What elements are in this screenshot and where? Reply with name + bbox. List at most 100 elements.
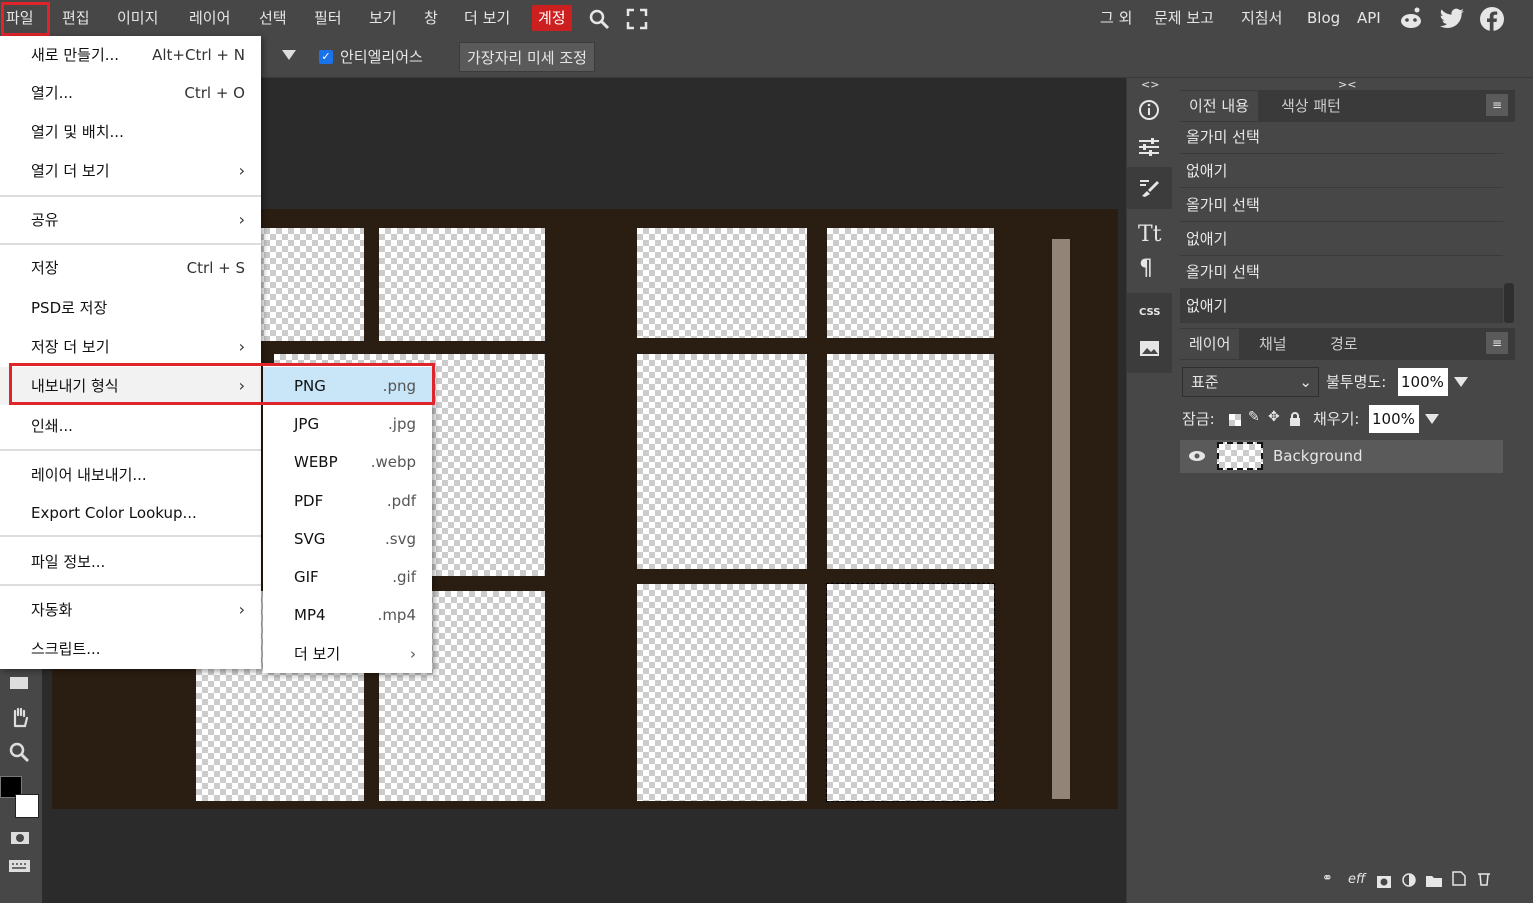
history-item[interactable]: 없애기 <box>1180 154 1503 188</box>
facebook-icon[interactable] <box>1479 6 1505 32</box>
reddit-icon[interactable] <box>1398 6 1424 30</box>
menu-select[interactable]: 선택 <box>259 0 287 36</box>
history-item[interactable]: 올가미 선택 <box>1180 188 1503 222</box>
lock-transparency-icon[interactable] <box>1229 414 1241 426</box>
menu-item-export-color-lookup[interactable]: Export Color Lookup... <box>0 494 261 532</box>
menu-api[interactable]: API <box>1357 0 1381 36</box>
blend-mode-select[interactable]: 표준 ⌄ <box>1182 367 1319 397</box>
export-webp[interactable]: WEBP .webp <box>263 443 432 481</box>
zoom-tool-icon[interactable] <box>9 742 31 764</box>
menu-item-open-more[interactable]: 열기 더 보기 › <box>0 152 261 190</box>
menu-item-file-info[interactable]: 파일 정보... <box>0 543 261 581</box>
history-scrollbar[interactable] <box>1504 283 1514 323</box>
tab-paths[interactable]: 경로 <box>1321 329 1367 359</box>
camera-icon[interactable] <box>9 828 31 846</box>
history-item[interactable]: 올가미 선택 <box>1180 255 1503 289</box>
link-layers-icon[interactable]: ⚭ <box>1322 871 1333 886</box>
refine-edge-button[interactable]: 가장자리 미세 조정 <box>459 42 595 72</box>
menu-item-script[interactable]: 스크립트... <box>0 630 261 668</box>
menu-blog[interactable]: Blog <box>1307 0 1340 36</box>
menu-separator <box>0 243 261 245</box>
menu-item-open[interactable]: 열기... Ctrl + O <box>0 74 261 112</box>
panel-menu-icon[interactable]: ≡ <box>1486 94 1508 116</box>
visibility-eye-icon[interactable] <box>1188 448 1206 462</box>
image-icon[interactable] <box>1139 340 1161 358</box>
antialias-label: 안티엘리어스 <box>340 48 423 66</box>
new-layer-icon[interactable] <box>1452 871 1466 886</box>
collapse-arrows-icon[interactable]: <> <box>1141 78 1159 91</box>
menu-layer[interactable]: 레이어 <box>189 0 230 36</box>
menu-bar: 파일 편집 이미지 레이어 선택 필터 보기 창 더 보기 계정 그 외 문제 … <box>0 0 1533 36</box>
history-item-current[interactable]: 없애기 <box>1180 289 1503 323</box>
menu-item-export-layers[interactable]: 레이어 내보내기... <box>0 456 261 494</box>
opacity-dropdown-icon[interactable] <box>1454 377 1468 387</box>
export-more[interactable]: 더 보기 › <box>263 635 432 673</box>
menu-filter[interactable]: 필터 <box>314 0 342 36</box>
menu-window[interactable]: 창 <box>424 0 438 36</box>
lock-move-icon[interactable]: ✥ <box>1268 409 1280 425</box>
menu-item-new[interactable]: 새로 만들기... Alt+Ctrl + N <box>0 36 261 74</box>
export-pdf[interactable]: PDF .pdf <box>263 482 432 520</box>
history-item[interactable]: 올가미 선택 <box>1180 120 1503 154</box>
right-panels: >< 이전 내용 색상 패턴 ≡ 올가미 선택 없애기 올가미 선택 없애기 올… <box>1172 78 1533 903</box>
menu-report-bug[interactable]: 문제 보고 <box>1154 0 1214 36</box>
text-icon[interactable]: Tt <box>1138 222 1162 247</box>
dropdown-arrow-icon[interactable] <box>282 50 296 60</box>
menu-edit[interactable]: 편집 <box>62 0 90 36</box>
menu-item-save-psd[interactable]: PSD로 저장 <box>0 289 261 327</box>
adjustments-icon[interactable] <box>1138 137 1160 157</box>
menu-item-share[interactable]: 공유 › <box>0 201 261 239</box>
opacity-input[interactable]: 100% <box>1398 368 1448 396</box>
effects-icon[interactable]: eff <box>1348 872 1365 887</box>
menu-item-automate[interactable]: 자동화 › <box>0 591 261 629</box>
antialias-checkbox[interactable]: ✓ <box>319 50 333 64</box>
menu-item-save[interactable]: 저장 Ctrl + S <box>0 249 261 287</box>
lock-label: 잠금: <box>1182 410 1215 428</box>
menu-separator <box>0 584 261 586</box>
layers-menu-icon[interactable]: ≡ <box>1486 332 1508 354</box>
hand-tool-icon[interactable] <box>9 706 31 728</box>
twitter-icon[interactable] <box>1440 6 1466 30</box>
menu-guide[interactable]: 지침서 <box>1241 0 1282 36</box>
export-highlight <box>9 363 435 405</box>
background-color-swatch[interactable] <box>15 794 39 818</box>
paragraph-icon[interactable]: ¶ <box>1139 256 1153 281</box>
css-icon[interactable]: CSS <box>1139 307 1160 318</box>
menu-separator <box>0 195 261 197</box>
export-gif[interactable]: GIF .gif <box>263 558 432 596</box>
export-mp4[interactable]: MP4 .mp4 <box>263 596 432 634</box>
tab-channels[interactable]: 채널 <box>1250 329 1296 359</box>
lock-paint-icon[interactable]: ✎ <box>1248 409 1260 425</box>
search-icon[interactable] <box>588 8 610 30</box>
adjustment-layer-icon[interactable] <box>1402 872 1416 887</box>
export-jpg[interactable]: JPG .jpg <box>263 405 432 443</box>
folder-icon[interactable] <box>1426 872 1442 887</box>
tab-swatches[interactable]: 색상 패턴 <box>1272 91 1350 121</box>
menu-more[interactable]: 더 보기 <box>464 0 510 36</box>
menu-item-print[interactable]: 인쇄... <box>0 407 261 445</box>
menu-other[interactable]: 그 외 <box>1100 0 1132 36</box>
tab-history[interactable]: 이전 내용 <box>1180 91 1258 121</box>
layer-name[interactable]: Background <box>1273 440 1363 473</box>
brush-icon[interactable] <box>1138 177 1160 199</box>
menu-image[interactable]: 이미지 <box>117 0 158 36</box>
trash-icon[interactable] <box>1477 871 1491 886</box>
fullscreen-icon[interactable] <box>626 8 648 30</box>
history-item[interactable]: 없애기 <box>1180 222 1503 256</box>
mask-icon[interactable] <box>1377 873 1391 888</box>
keyboard-icon[interactable] <box>8 858 32 874</box>
lock-all-icon[interactable] <box>1289 411 1301 426</box>
rectangle-tool-icon[interactable] <box>9 674 31 692</box>
menu-view[interactable]: 보기 <box>369 0 397 36</box>
export-svg[interactable]: SVG .svg <box>263 520 432 558</box>
menu-account[interactable]: 계정 <box>532 5 572 31</box>
fill-dropdown-icon[interactable] <box>1425 414 1439 424</box>
tab-layers[interactable]: 레이어 <box>1180 329 1240 359</box>
info-icon[interactable] <box>1138 99 1160 121</box>
fill-input[interactable]: 100% <box>1369 405 1419 433</box>
menu-item-open-place[interactable]: 열기 및 배치... <box>0 113 261 151</box>
file-menu-dropdown: 새로 만들기... Alt+Ctrl + N 열기... Ctrl + O 열기 및… <box>0 36 435 669</box>
menu-item-save-more[interactable]: 저장 더 보기 › <box>0 328 261 366</box>
layer-row[interactable]: Background <box>1180 440 1503 473</box>
export-submenu: PNG .png JPG .jpg WEBP .webp PDF .pdf SVG .sv… <box>263 365 432 673</box>
